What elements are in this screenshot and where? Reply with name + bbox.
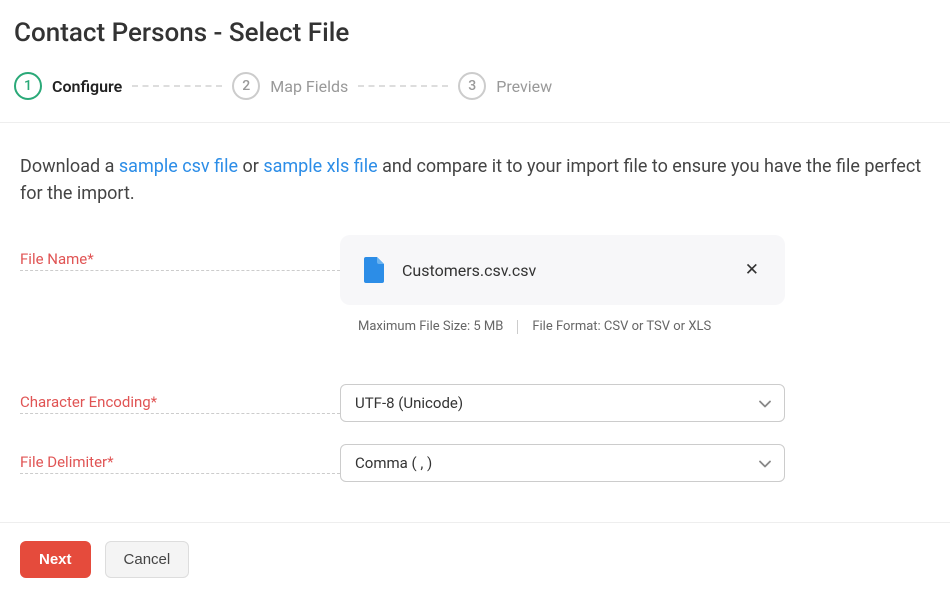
- step-connector: [358, 85, 448, 87]
- step-label: Preview: [496, 77, 552, 96]
- file-format: File Format: CSV or TSV or XLS: [532, 319, 711, 334]
- step-number: 1: [14, 72, 42, 100]
- file-icon: [364, 257, 384, 283]
- encoding-select[interactable]: UTF-8 (Unicode): [340, 384, 785, 422]
- page-title: Contact Persons - Select File: [0, 0, 950, 66]
- sample-csv-link[interactable]: sample csv file: [119, 156, 238, 177]
- step-configure[interactable]: 1 Configure: [14, 72, 122, 100]
- step-label: Map Fields: [270, 77, 348, 96]
- delimiter-select[interactable]: Comma ( , ): [340, 444, 785, 482]
- file-name-text: Customers.csv.csv: [402, 261, 536, 280]
- close-icon[interactable]: ✕: [739, 260, 765, 280]
- file-selected-box: Customers.csv.csv ✕: [340, 235, 785, 305]
- step-preview: 3 Preview: [458, 72, 552, 100]
- cancel-button[interactable]: Cancel: [105, 541, 190, 578]
- next-button[interactable]: Next: [20, 541, 91, 578]
- stepper: 1 Configure 2 Map Fields 3 Preview: [0, 66, 950, 122]
- encoding-value: UTF-8 (Unicode): [355, 394, 463, 412]
- file-name-label: File Name*: [20, 250, 340, 271]
- step-number: 3: [458, 72, 486, 100]
- encoding-label: Character Encoding*: [20, 393, 340, 414]
- divider: [0, 522, 950, 523]
- step-label: Configure: [52, 77, 122, 96]
- delimiter-value: Comma ( , ): [355, 454, 432, 472]
- file-max-size: Maximum File Size: 5 MB: [358, 319, 503, 334]
- intro-text: Download a sample csv file or sample xls…: [20, 153, 930, 207]
- delimiter-label: File Delimiter*: [20, 453, 340, 474]
- step-number: 2: [232, 72, 260, 100]
- sample-xls-link[interactable]: sample xls file: [263, 156, 377, 177]
- step-connector: [132, 85, 222, 87]
- step-map-fields: 2 Map Fields: [232, 72, 348, 100]
- meta-separator: [517, 320, 518, 334]
